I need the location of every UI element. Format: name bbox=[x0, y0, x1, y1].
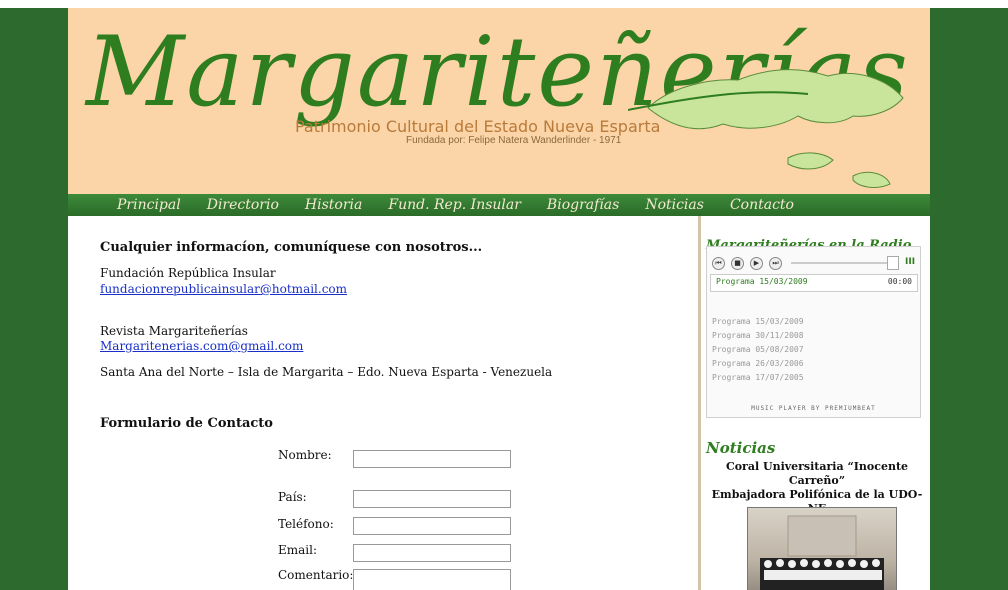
now-playing-title: Programa 15/03/2009 bbox=[716, 277, 808, 286]
progress-slider[interactable] bbox=[791, 262, 891, 264]
site-subtitle: Patrimonio Cultural del Estado Nueva Esp… bbox=[295, 117, 661, 136]
player-credit[interactable]: MUSIC PLAYER BY PREMIUMBEAT bbox=[707, 405, 920, 412]
news-photo[interactable] bbox=[747, 507, 897, 590]
volume-icon[interactable]: III bbox=[905, 257, 915, 267]
nav-fund-rep-insular[interactable]: Fund. Rep. Insular bbox=[388, 197, 521, 213]
contact-heading: Cualquier informacíon, comuníquese con n… bbox=[100, 240, 483, 255]
nombre-label: Nombre: bbox=[278, 448, 332, 462]
slider-knob[interactable] bbox=[887, 256, 899, 270]
playlist-item[interactable]: Programa 30/11/2008 bbox=[712, 331, 804, 340]
nav-principal[interactable]: Principal bbox=[117, 197, 181, 213]
play-icon[interactable]: ▶ bbox=[750, 257, 763, 270]
choir-photo-art bbox=[760, 515, 884, 590]
nav-directorio[interactable]: Directorio bbox=[207, 197, 279, 213]
comentario-label: Comentario: bbox=[278, 568, 354, 582]
form-title: Formulario de Contacto bbox=[100, 416, 273, 431]
founded-note: Fundada por: Felipe Natera Wanderlinder … bbox=[406, 135, 622, 146]
nav-historia[interactable]: Historia bbox=[305, 197, 362, 213]
nav-noticias[interactable]: Noticias bbox=[645, 197, 704, 213]
org-name-2: Revista Margariteñerías bbox=[100, 324, 248, 338]
email-link-1[interactable]: fundacionrepublicainsular@hotmail.com bbox=[100, 282, 347, 296]
site-header: Margariteñerías Patrimonio Cultural del … bbox=[68, 8, 930, 194]
nav-biografias[interactable]: Biografías bbox=[547, 197, 619, 213]
main-nav: Principal Directorio Historia Fund. Rep.… bbox=[68, 194, 930, 216]
comentario-textarea[interactable] bbox=[353, 569, 511, 590]
org-name-1: Fundación República Insular bbox=[100, 266, 276, 280]
email-label: Email: bbox=[278, 543, 318, 557]
email-link-2[interactable]: Margaritenerias.com@gmail.com bbox=[100, 339, 303, 353]
main-content: Cualquier informacíon, comuníquese con n… bbox=[68, 216, 698, 590]
telefono-label: Teléfono: bbox=[278, 517, 334, 531]
nav-contacto[interactable]: Contacto bbox=[730, 197, 794, 213]
music-player: ⏮ ■ ▶ ⏭ III Programa 15/03/2009 00:00 Pr… bbox=[706, 246, 921, 418]
telefono-input[interactable] bbox=[353, 517, 511, 535]
news-headline-line-1: Coral Universitaria “Inocente Carreño” bbox=[725, 460, 909, 487]
nombre-input[interactable] bbox=[353, 450, 511, 468]
stop-icon[interactable]: ■ bbox=[731, 257, 744, 270]
sidebar: Margariteñerías en la Radio ⏮ ■ ▶ ⏭ III … bbox=[704, 216, 930, 590]
browser-top-strip bbox=[0, 0, 1008, 8]
next-icon[interactable]: ⏭ bbox=[769, 257, 782, 270]
previous-icon[interactable]: ⏮ bbox=[712, 257, 725, 270]
email-input[interactable] bbox=[353, 544, 511, 562]
news-title: Noticias bbox=[706, 439, 776, 457]
playlist-item[interactable]: Programa 05/08/2007 bbox=[712, 345, 804, 354]
page-container: Margariteñerías Patrimonio Cultural del … bbox=[68, 8, 930, 590]
now-playing-box: Programa 15/03/2009 00:00 bbox=[710, 274, 918, 292]
playlist-item[interactable]: Programa 26/03/2006 bbox=[712, 359, 804, 368]
column-divider bbox=[698, 216, 701, 590]
address-text: Santa Ana del Norte – Isla de Margarita … bbox=[100, 365, 553, 379]
pais-input[interactable] bbox=[353, 490, 511, 508]
pais-label: País: bbox=[278, 490, 307, 504]
now-playing-time: 00:00 bbox=[887, 277, 912, 286]
island-map-icon bbox=[628, 69, 904, 188]
playlist: Programa 15/03/2009 Programa 30/11/2008 … bbox=[712, 317, 804, 387]
playlist-item[interactable]: Programa 17/07/2005 bbox=[712, 373, 804, 382]
playlist-item[interactable]: Programa 15/03/2009 bbox=[712, 317, 804, 326]
